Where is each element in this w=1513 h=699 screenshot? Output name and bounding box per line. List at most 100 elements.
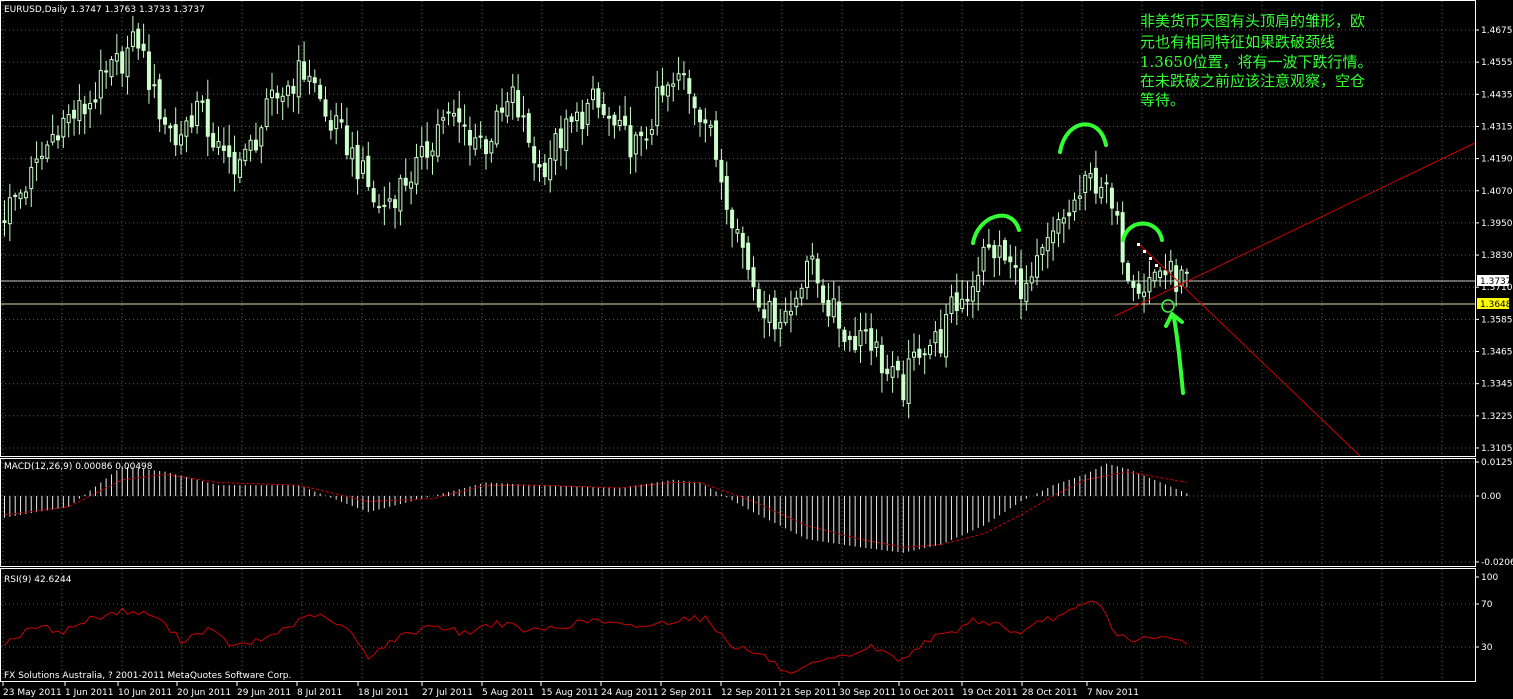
- candle: [607, 107, 612, 136]
- time-axis: 23 May 2011 1 Jun 2011 10 Jun 2011 20 Jun 2…: [2, 682, 1139, 698]
- candle-body: [1088, 172, 1093, 179]
- candle-body: [302, 61, 307, 80]
- time-tick-label: 21 Sep 2011: [780, 688, 837, 698]
- macd-tick-label: 0.01258: [1481, 458, 1513, 468]
- candle-body: [232, 151, 237, 175]
- candle: [1142, 273, 1147, 313]
- time-tick-label: 18 Jul 2011: [358, 688, 409, 698]
- candle-body: [1051, 230, 1056, 244]
- price-tick-label: 1.3225: [1481, 412, 1513, 422]
- candle: [500, 88, 505, 122]
- macd-tick-label: -0.0206: [1481, 558, 1513, 568]
- candle-body: [976, 274, 981, 293]
- candle-body: [195, 100, 200, 126]
- candle: [114, 34, 119, 76]
- candle-body: [489, 140, 494, 154]
- candle: [291, 78, 296, 113]
- candle-body: [639, 131, 644, 137]
- time-tick-label: 24 Aug 2011: [601, 688, 659, 698]
- falling-trendline: [1139, 244, 1361, 457]
- candle: [612, 111, 617, 139]
- candle-body: [312, 77, 317, 84]
- candle-body: [1184, 271, 1189, 274]
- candle-body: [403, 177, 408, 186]
- candle-body: [23, 191, 28, 199]
- rsi-tick-label: 70: [1481, 600, 1493, 610]
- candle: [88, 90, 93, 128]
- candle-body: [221, 145, 226, 151]
- candle: [7, 183, 12, 242]
- candle-body: [168, 125, 173, 129]
- candle-body: [580, 111, 585, 130]
- candle-body: [1072, 199, 1077, 213]
- candle-body: [66, 114, 71, 124]
- candle: [382, 186, 387, 226]
- price-tick-label: 1.4435: [1481, 90, 1513, 100]
- candle: [371, 180, 376, 208]
- candle: [34, 141, 39, 182]
- candle-body: [623, 115, 628, 126]
- left-shoulder-arc: [971, 213, 1021, 245]
- price-tag-level: 1.3648: [1477, 298, 1512, 310]
- candle-body: [751, 267, 756, 288]
- panel-frames: [0, 0, 1476, 682]
- candle-body: [837, 301, 842, 329]
- candle: [355, 130, 360, 195]
- candle: [141, 23, 146, 58]
- candle-body: [377, 206, 381, 209]
- candle: [912, 333, 916, 371]
- candle-body: [874, 341, 879, 348]
- dotted-marker: [1137, 243, 1140, 246]
- candle-body: [216, 141, 221, 148]
- candle-body: [130, 31, 135, 47]
- candle-body: [446, 111, 451, 114]
- candle-body: [895, 360, 900, 371]
- candle: [45, 140, 50, 163]
- candle-body: [350, 147, 355, 160]
- horizontal-lines: [1, 280, 1475, 305]
- candle-body: [601, 104, 606, 116]
- candle: [1008, 244, 1013, 279]
- candle: [569, 113, 574, 133]
- candle: [831, 281, 836, 324]
- candle-body: [29, 166, 34, 190]
- candle-body: [633, 134, 638, 155]
- candle-body: [334, 115, 339, 130]
- time-tick-label: 1 Jun 2011: [65, 688, 113, 698]
- candle: [216, 126, 221, 155]
- candle: [751, 256, 756, 301]
- annotation-line-5: 等待。: [1140, 91, 1185, 109]
- candle-body: [735, 229, 740, 234]
- candle: [778, 309, 783, 347]
- candle: [146, 34, 151, 104]
- candle: [548, 140, 553, 193]
- candle: [1061, 208, 1066, 244]
- candle: [1184, 268, 1189, 288]
- candle-body: [419, 145, 424, 158]
- candle: [585, 98, 590, 137]
- candle: [168, 123, 173, 143]
- candle-body: [628, 125, 633, 158]
- candle: [344, 107, 349, 160]
- candle: [532, 136, 537, 181]
- candle: [120, 46, 125, 87]
- candle: [719, 148, 724, 200]
- candle: [232, 135, 237, 192]
- annotation-line-1: 非美货币天图有头顶肩的雏形，欧: [1140, 12, 1365, 30]
- candle: [826, 283, 831, 327]
- candle-body: [484, 139, 488, 155]
- candle-body: [237, 159, 242, 178]
- candle-body: [114, 53, 119, 62]
- candle-body: [901, 374, 906, 401]
- candle: [944, 304, 949, 368]
- price-tick-label: 1.3105: [1481, 444, 1513, 454]
- price-tick-label: 1.3950: [1481, 219, 1513, 229]
- candle: [366, 141, 371, 191]
- candle-body: [425, 141, 430, 158]
- time-tick-label: 8 Jul 2011: [297, 688, 342, 698]
- breakout-circle: [1161, 299, 1175, 313]
- candle: [1104, 174, 1109, 204]
- candle: [39, 141, 44, 170]
- candle: [730, 207, 735, 248]
- price-tick-label: 1.4070: [1481, 187, 1513, 197]
